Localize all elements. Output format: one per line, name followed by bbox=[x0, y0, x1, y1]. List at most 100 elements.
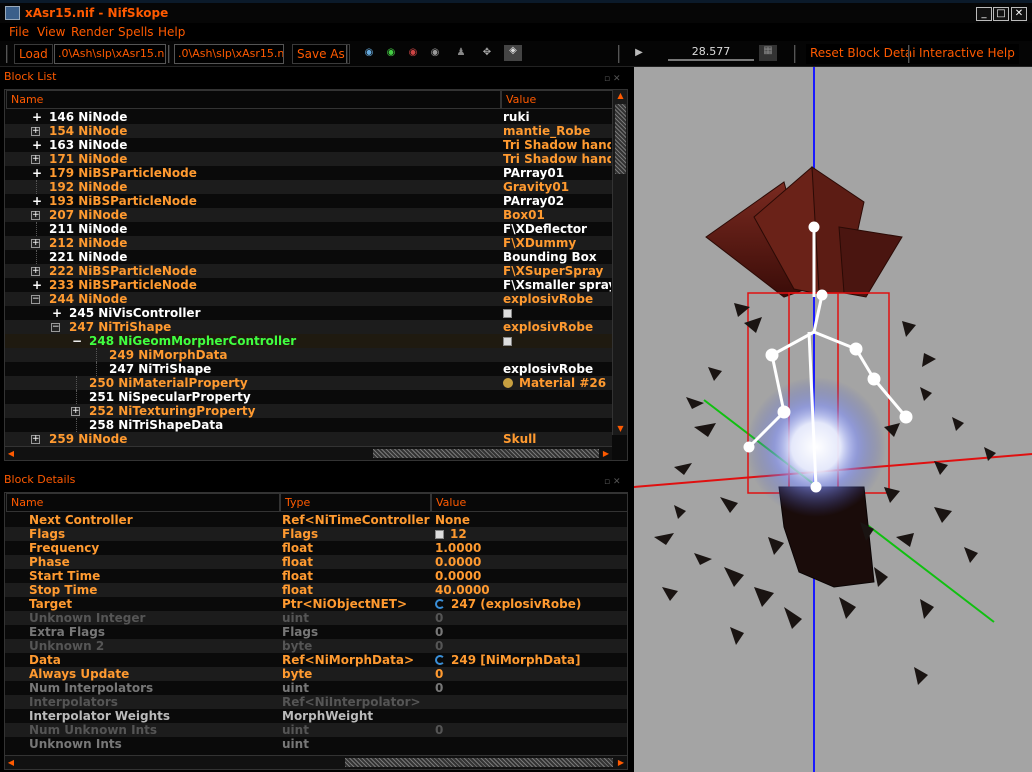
scroll-right-arrow-icon[interactable]: ▶ bbox=[615, 756, 627, 769]
block-list-row[interactable]: +193 NiBSParticleNode PArray02 bbox=[5, 194, 612, 208]
field-value-cell[interactable]: 0.0000 bbox=[435, 569, 625, 583]
load-path-field[interactable]: .0\Ash\slp\xAsr15.nif bbox=[54, 44, 166, 64]
detail-row[interactable]: Interpolators Ref<NiInterpolator> bbox=[5, 695, 627, 709]
expand-icon[interactable]: + bbox=[31, 435, 40, 444]
field-value[interactable]: 0.0000 bbox=[435, 569, 481, 583]
block-details-hscroll[interactable]: ◀ ▶ bbox=[5, 755, 627, 769]
field-value[interactable]: 0 bbox=[435, 681, 443, 695]
field-value[interactable]: 0 bbox=[435, 639, 443, 653]
block-list-row[interactable]: +259 NiNode Skull bbox=[5, 432, 612, 446]
field-value[interactable]: 0.0000 bbox=[435, 555, 481, 569]
detail-row[interactable]: Interpolator Weights MorphWeight bbox=[5, 709, 627, 723]
scroll-down-arrow-icon[interactable]: ▼ bbox=[613, 423, 627, 435]
field-value[interactable]: 0 bbox=[435, 723, 443, 737]
scroll-thumb[interactable] bbox=[345, 758, 613, 767]
walk-mode-icon[interactable]: ♟ bbox=[454, 47, 468, 59]
expand-icon[interactable]: + bbox=[71, 407, 80, 416]
detail-row[interactable]: Unknown Ints uint bbox=[5, 737, 627, 751]
block-list-vscroll[interactable]: ▲ ▼ bbox=[612, 90, 627, 435]
block-list-row[interactable]: −244 NiNode explosivRobe bbox=[5, 292, 612, 306]
eye-side-icon[interactable]: ◉ bbox=[384, 47, 398, 59]
field-value[interactable]: 12 bbox=[450, 527, 467, 541]
collapse-icon[interactable]: − bbox=[31, 295, 40, 304]
field-value-cell[interactable]: 0 bbox=[435, 723, 625, 737]
block-list-header-value[interactable]: Value bbox=[501, 90, 613, 109]
field-value[interactable]: 0 bbox=[435, 667, 443, 681]
detail-row[interactable]: Extra Flags Flags 0 bbox=[5, 625, 627, 639]
block-list-header-name[interactable]: Name bbox=[6, 90, 501, 109]
block-list-row[interactable]: 192 NiNode Gravity01 bbox=[5, 180, 612, 194]
animation-time-slider[interactable]: 28.577 bbox=[668, 45, 754, 63]
block-list-row[interactable]: +146 NiNode ruki bbox=[5, 110, 612, 124]
scroll-right-arrow-icon[interactable]: ▶ bbox=[600, 447, 612, 460]
block-list-row[interactable]: +154 NiNode mantie_Robe bbox=[5, 124, 612, 138]
minimize-button[interactable]: _ bbox=[976, 7, 992, 21]
block-list-row[interactable]: +222 NiBSParticleNode F\XSuperSpray bbox=[5, 264, 612, 278]
loop-icon[interactable]: ▦ bbox=[759, 45, 777, 61]
maximize-button[interactable]: □ bbox=[993, 7, 1009, 21]
field-value-cell[interactable]: 0 bbox=[435, 639, 625, 653]
close-button[interactable]: ✕ bbox=[1011, 7, 1027, 21]
collapse-icon[interactable]: − bbox=[51, 323, 60, 332]
detail-row[interactable]: Frequency float 1.0000 bbox=[5, 541, 627, 555]
block-list-row[interactable]: 251 NiSpecularProperty bbox=[5, 390, 612, 404]
block-list-row[interactable]: +207 NiNode Box01 bbox=[5, 208, 612, 222]
block-list-row[interactable]: +252 NiTexturingProperty bbox=[5, 404, 612, 418]
detail-row[interactable]: Next Controller Ref<NiTimeController> None bbox=[5, 513, 627, 527]
expand-icon[interactable]: + bbox=[52, 306, 62, 320]
block-list-row[interactable]: 258 NiTriShapeData bbox=[5, 418, 612, 432]
field-value[interactable]: 249 [NiMorphData] bbox=[451, 653, 580, 667]
expand-icon[interactable]: + bbox=[32, 194, 42, 208]
block-list-row[interactable]: +245 NiVisController bbox=[5, 306, 612, 320]
field-value-cell[interactable]: 0 bbox=[435, 625, 625, 639]
field-value-cell[interactable]: None bbox=[435, 513, 625, 527]
expand-icon[interactable]: + bbox=[32, 166, 42, 180]
expand-icon[interactable]: + bbox=[31, 127, 40, 136]
detail-row[interactable]: Always Update byte 0 bbox=[5, 667, 627, 681]
field-value-cell[interactable]: 1.0000 bbox=[435, 541, 625, 555]
expand-icon[interactable]: + bbox=[32, 138, 42, 152]
field-value[interactable]: 0 bbox=[435, 611, 443, 625]
block-details-tree[interactable]: Name Type Value Next Controller Ref<NiTim… bbox=[4, 492, 628, 770]
block-details-header-value[interactable]: Value bbox=[431, 493, 627, 512]
field-value[interactable]: 1.0000 bbox=[435, 541, 481, 555]
block-list-row[interactable]: +212 NiNode F\XDummy bbox=[5, 236, 612, 250]
expand-icon[interactable]: + bbox=[31, 211, 40, 220]
expand-icon[interactable]: + bbox=[31, 155, 40, 164]
scroll-left-arrow-icon[interactable]: ◀ bbox=[5, 756, 17, 769]
block-details-header-name[interactable]: Name bbox=[6, 493, 280, 512]
detail-row[interactable]: Num Unknown Ints uint 0 bbox=[5, 723, 627, 737]
block-list-row[interactable]: 247 NiTriShape explosivRobe bbox=[5, 362, 612, 376]
reset-block-details-button[interactable]: Reset Block Details bbox=[806, 44, 930, 64]
field-value-cell[interactable]: 247 (explosivRobe) bbox=[435, 597, 625, 611]
interactive-help-button[interactable]: Interactive Help bbox=[915, 44, 1019, 64]
dock-controls-icon[interactable]: ▫ ✕ bbox=[604, 71, 624, 84]
eye-top-icon[interactable]: ◉ bbox=[406, 47, 420, 59]
block-list-row[interactable]: 250 NiMaterialProperty Material #26 bbox=[5, 376, 612, 390]
detail-row[interactable]: Unknown 2 byte 0 bbox=[5, 639, 627, 653]
field-value-cell[interactable]: 0 bbox=[435, 681, 625, 695]
detail-row[interactable]: Num Interpolators uint 0 bbox=[5, 681, 627, 695]
detail-row[interactable]: Target Ptr<NiObjectNET> 247 (explosivRobe) bbox=[5, 597, 627, 611]
field-value[interactable]: 0 bbox=[435, 625, 443, 639]
save-as-button[interactable]: Save As bbox=[292, 44, 350, 64]
detail-row[interactable]: Unknown Integer uint 0 bbox=[5, 611, 627, 625]
field-value-cell[interactable]: 40.0000 bbox=[435, 583, 625, 597]
block-list-row[interactable]: 211 NiNode F\XDeflector bbox=[5, 222, 612, 236]
menu-help[interactable]: Help bbox=[158, 25, 185, 39]
field-value-cell[interactable]: 249 [NiMorphData] bbox=[435, 653, 625, 667]
menu-view[interactable]: View bbox=[37, 25, 65, 39]
field-value-cell[interactable]: 12 bbox=[435, 527, 625, 541]
move-axes-icon[interactable]: ✥ bbox=[480, 47, 494, 59]
detail-row[interactable]: Flags Flags 12 bbox=[5, 527, 627, 541]
block-list-row[interactable]: 249 NiMorphData bbox=[5, 348, 612, 362]
expand-icon[interactable]: + bbox=[31, 267, 40, 276]
play-icon[interactable]: ▶ bbox=[632, 47, 646, 59]
block-list-row[interactable]: +179 NiBSParticleNode PArray01 bbox=[5, 166, 612, 180]
detail-row[interactable]: Stop Time float 40.0000 bbox=[5, 583, 627, 597]
menu-render[interactable]: Render bbox=[71, 25, 114, 39]
eye-front-icon[interactable]: ◉ bbox=[362, 47, 376, 59]
block-list-row[interactable]: −247 NiTriShape explosivRobe bbox=[5, 320, 612, 334]
field-value-cell[interactable]: 0 bbox=[435, 611, 625, 625]
scroll-up-arrow-icon[interactable]: ▲ bbox=[613, 90, 627, 102]
